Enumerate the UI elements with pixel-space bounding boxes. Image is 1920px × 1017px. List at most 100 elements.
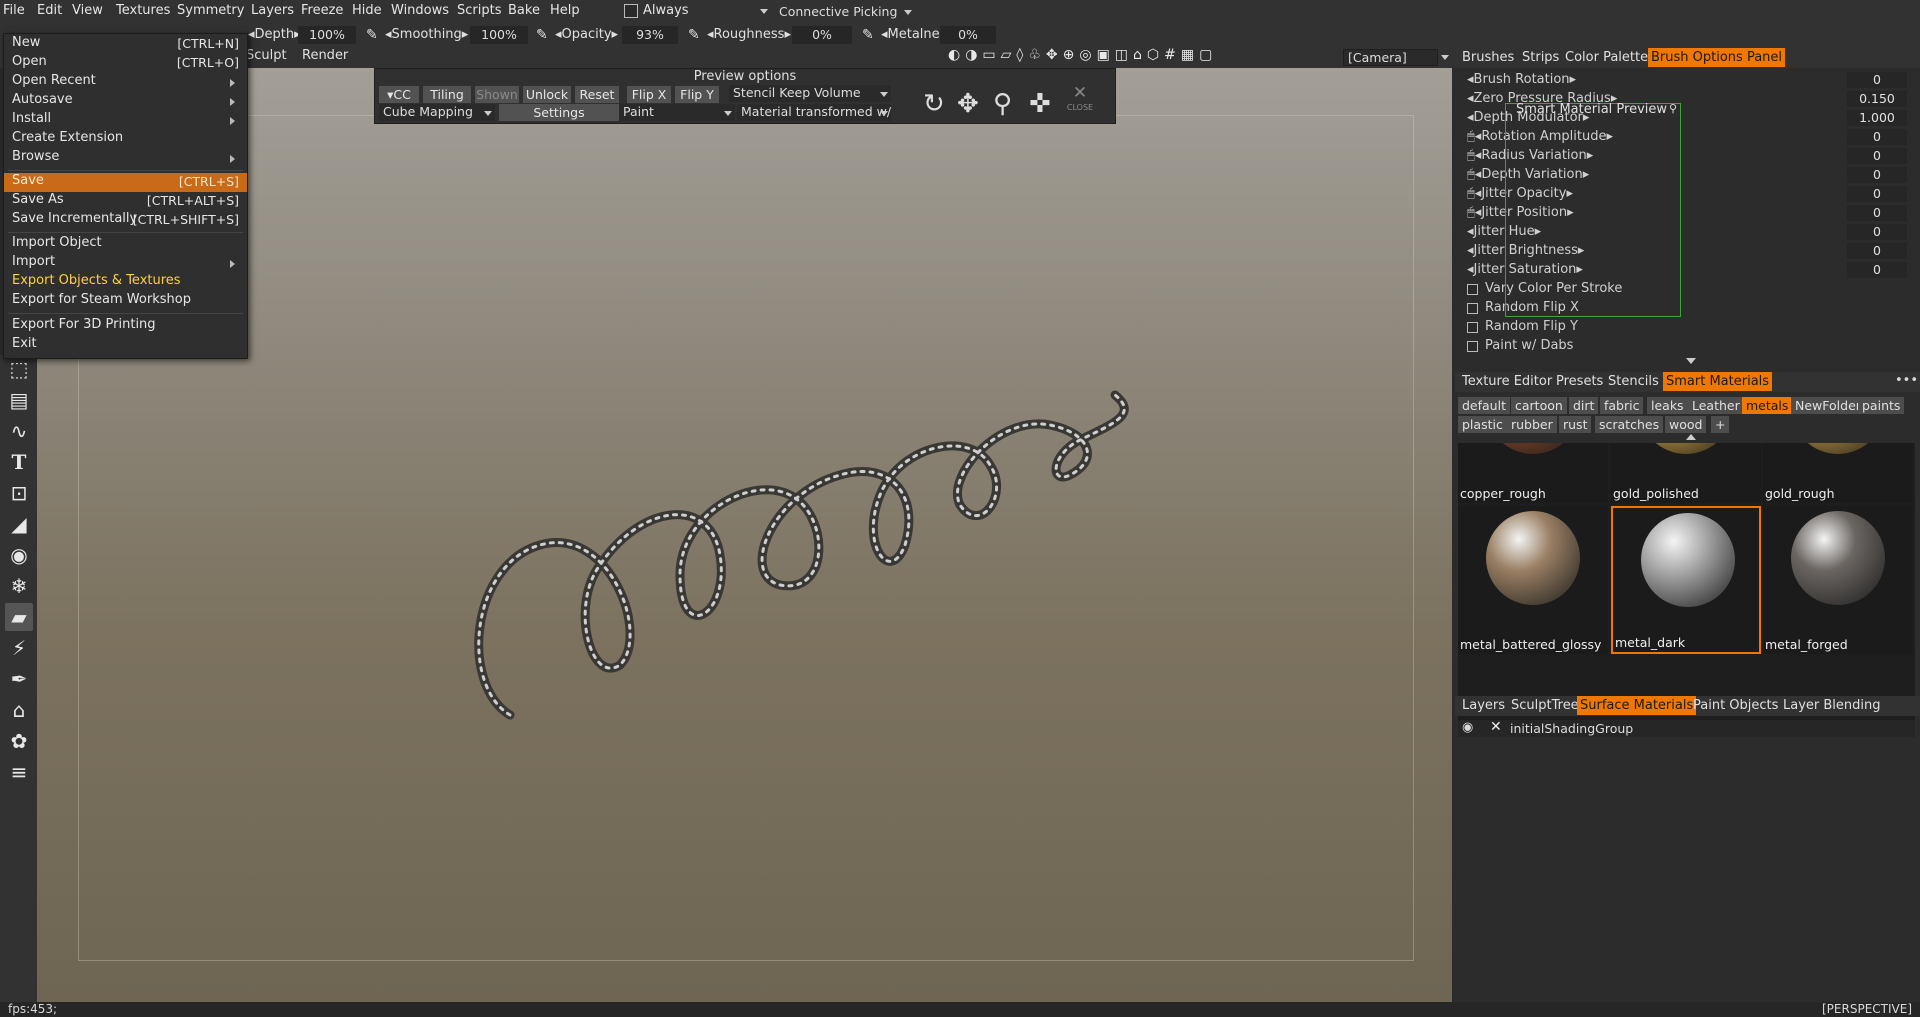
menu-item-new[interactable]: New [CTRL+N] [4,35,247,54]
tab-layer-blending[interactable]: Layer Blending [1780,696,1884,715]
opacity-label[interactable]: ◂Opacity▸ [555,27,618,42]
menu-item-autosave[interactable]: Autosave [4,92,247,111]
shown-button[interactable]: Shown [475,86,519,103]
paint-dropdown[interactable]: Paint [619,104,735,121]
menu-item-save-incrementally[interactable]: Save Incrementally [CTRL+SHIFT+S] [4,211,247,230]
tab-paint-objects[interactable]: Paint Objects [1690,696,1781,715]
menu-item-exit[interactable]: Exit [4,336,247,355]
checkbox-box[interactable] [1467,303,1478,314]
flip-y-button[interactable]: Flip Y [675,86,719,103]
tab-sculpttree[interactable]: SculptTree [1508,696,1582,715]
ruler-icon[interactable]: ≡ [5,758,33,786]
material-mode-dropdown[interactable]: Material transformed w/ [737,104,891,121]
close-label[interactable]: CLOSE [1065,103,1095,112]
always-checkbox[interactable] [624,4,638,18]
curve-icon[interactable]: ∿ [5,417,33,445]
smart-material-preview[interactable]: Smart Material Preview ⚲ [1505,102,1681,317]
spiral-object[interactable] [450,385,1150,725]
category-paints[interactable]: paints [1858,397,1905,414]
iron-icon[interactable]: ⌂ [5,696,33,724]
tab-surface-materials[interactable]: Surface Materials [1577,696,1697,715]
roughness-value[interactable]: 0% [792,26,852,44]
picking-dropdown[interactable]: Connective Picking [772,2,916,20]
tiling-button[interactable]: Tiling [423,86,471,103]
lasso-icon[interactable]: ⬚ [5,355,33,383]
category-leather[interactable]: Leather [1688,397,1744,414]
material-thumbnail[interactable]: metal_battered_glossy [1458,506,1608,654]
snowflake-icon[interactable]: ❄ [5,572,33,600]
menu-item-export-3d-printing[interactable]: Export For 3D Printing [4,317,247,336]
category-dirt[interactable]: dirt [1569,397,1599,414]
menu-item-import[interactable]: Import [4,254,247,273]
menu-item-create-extension[interactable]: Create Extension [4,130,247,149]
tab-brushes[interactable]: Brushes [1459,48,1517,67]
category-cartoon[interactable]: cartoon [1511,397,1567,414]
eye-icon[interactable]: ◉ [5,541,33,569]
tab-presets[interactable]: Presets [1553,372,1606,391]
brush-tool-icon[interactable]: ▰ [5,603,33,631]
room-render[interactable]: Render [302,48,348,63]
category-newfolder[interactable]: NewFolder [1791,397,1865,414]
menu-symmetry[interactable]: Symmetry [177,3,244,18]
chevron-down-icon[interactable] [1441,55,1449,60]
pen-icon[interactable]: ✒ [5,665,33,693]
close-icon[interactable]: ✕ [1490,719,1502,735]
menu-edit[interactable]: Edit [37,3,62,18]
menu-help[interactable]: Help [550,3,580,18]
menu-hide[interactable]: Hide [352,3,382,18]
brush-option-row[interactable]: ◂Brush Rotation▸ 0 [1467,72,1907,91]
room-sculpt[interactable]: Sculpt [246,48,287,63]
metalness-value[interactable]: 0% [940,26,996,44]
tab-smart-materials[interactable]: Smart Materials [1663,372,1773,391]
menu-layers[interactable]: Layers [251,3,294,18]
tab-strips[interactable]: Strips [1519,48,1562,67]
menu-item-install[interactable]: Install [4,111,247,130]
menu-freeze[interactable]: Freeze [301,3,343,18]
flip-x-button[interactable]: Flip X [627,86,671,103]
checkbox-box[interactable] [1467,322,1478,333]
always-dropdown-arrow-icon[interactable] [760,9,768,14]
tab-texture-editor[interactable]: Texture Editor [1459,372,1555,391]
material-thumbnail[interactable]: gold_polished [1611,443,1761,503]
mapping-dropdown[interactable]: Cube Mapping [379,104,495,121]
menu-file[interactable]: File [3,3,25,18]
nav-icons[interactable]: ◐◑▭▱◊♧✥⊕◎▣◫⌂⬡#▦▢ [948,47,1217,63]
butterfly-icon[interactable]: ✿ [5,727,33,755]
menu-item-export-objects[interactable]: Export Objects & Textures [4,273,247,292]
magic-wand-icon[interactable]: ⚡ [5,634,33,662]
menu-bake[interactable]: Bake [508,3,540,18]
reset-button[interactable]: Reset [575,86,619,103]
text-icon[interactable]: T [5,448,33,476]
depth-label[interactable]: ◂Depth▸ [248,27,301,42]
smoothing-label[interactable]: ◂Smoothing▸ [385,27,468,42]
transform-icon[interactable]: ⊡ [5,479,33,507]
menu-windows[interactable]: Windows [391,3,449,18]
category-metals[interactable]: metals [1742,397,1793,414]
tab-color-palette[interactable]: Color Palette [1562,48,1651,67]
menu-item-save-as[interactable]: Save As [CTRL+ALT+S] [4,192,247,211]
pan-icon[interactable]: ✜ [1029,89,1051,119]
random-flip-y-checkbox[interactable]: Random Flip Y [1467,319,1907,338]
menu-view[interactable]: View [72,3,103,18]
close-icon[interactable]: ✕ [1065,83,1095,103]
material-thumbnail[interactable]: gold_rough [1763,443,1913,503]
category-default[interactable]: default [1458,397,1510,414]
eraser-icon[interactable]: ◢ [5,510,33,538]
category-leaks[interactable]: leaks [1647,397,1688,414]
eye-icon[interactable]: ◉ [1462,720,1473,735]
menu-item-save[interactable]: Save [CTRL+S] [4,173,247,192]
category-rubber[interactable]: rubber [1507,416,1557,433]
material-thumbnail[interactable]: metal_forged [1763,506,1913,654]
menu-item-browse[interactable]: Browse [4,149,247,168]
category-rust[interactable]: rust [1559,416,1592,433]
category-scratches[interactable]: scratches [1595,416,1664,433]
smoothing-value[interactable]: 100% [470,26,528,44]
menu-scripts[interactable]: Scripts [457,3,501,18]
shading-group-row[interactable]: ◉ ✕ initialShadingGroup [1458,719,1915,737]
unlock-button[interactable]: Unlock [523,86,571,103]
tab-brush-options-panel[interactable]: Brush Options Panel [1648,48,1786,67]
menu-item-export-steam[interactable]: Export for Steam Workshop [4,292,247,311]
add-category-button[interactable]: + [1711,416,1730,433]
checkbox-box[interactable] [1467,284,1478,295]
tab-stencils[interactable]: Stencils [1605,372,1662,391]
